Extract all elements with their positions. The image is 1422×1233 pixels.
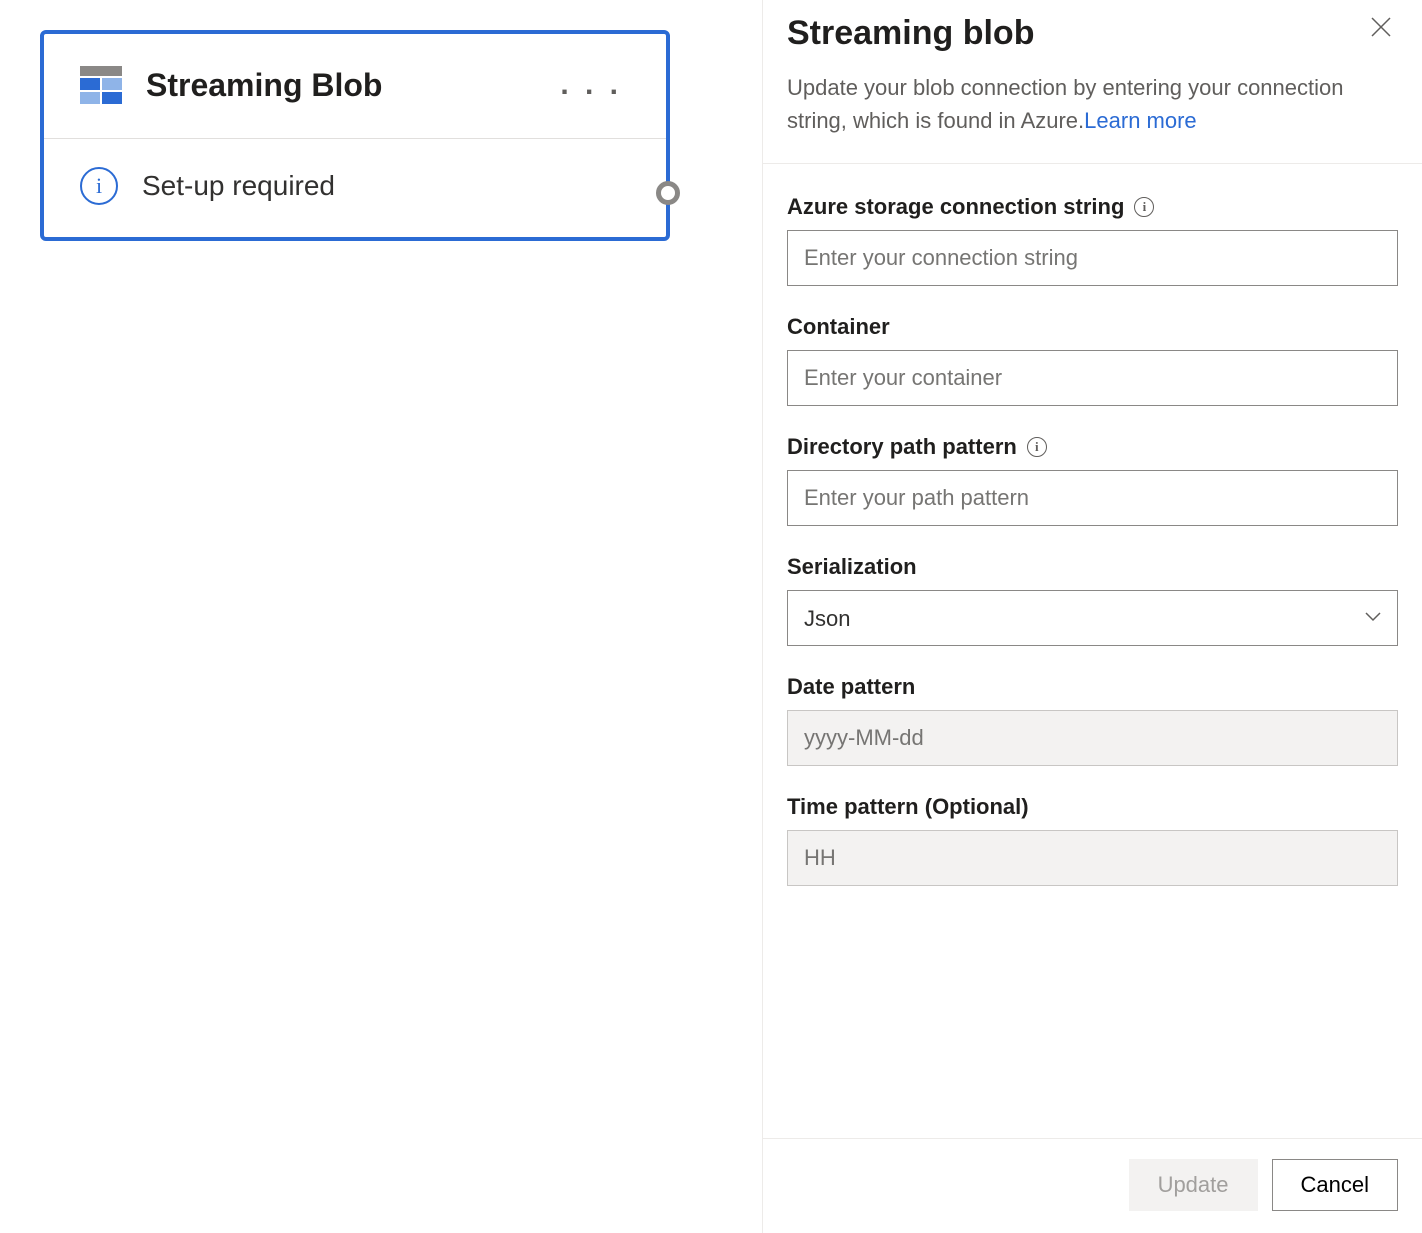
node-header: Streaming Blob . . . <box>44 34 666 139</box>
date-pattern-input <box>787 710 1398 766</box>
container-input[interactable] <box>787 350 1398 406</box>
node-title: Streaming Blob <box>146 67 552 104</box>
label-text: Serialization <box>787 554 917 580</box>
field-label: Directory path pattern i <box>787 434 1398 460</box>
field-directory-path: Directory path pattern i <box>787 434 1398 526</box>
label-text: Time pattern (Optional) <box>787 794 1029 820</box>
field-label: Time pattern (Optional) <box>787 794 1398 820</box>
cancel-button[interactable]: Cancel <box>1272 1159 1398 1211</box>
info-icon[interactable]: i <box>1027 437 1047 457</box>
panel-description: Update your blob connection by entering … <box>787 71 1398 137</box>
update-button[interactable]: Update <box>1129 1159 1258 1211</box>
node-status-text: Set-up required <box>142 170 335 202</box>
panel-divider <box>763 163 1422 164</box>
field-label: Azure storage connection string i <box>787 194 1398 220</box>
config-panel: Streaming blob Update your blob connecti… <box>762 0 1422 1233</box>
field-label: Serialization <box>787 554 1398 580</box>
label-text: Azure storage connection string <box>787 194 1124 220</box>
output-connector[interactable] <box>656 181 680 205</box>
node-context-menu[interactable]: . . . <box>552 68 630 102</box>
time-pattern-input <box>787 830 1398 886</box>
close-icon <box>1370 16 1392 38</box>
panel-footer: Update Cancel <box>763 1138 1422 1233</box>
field-label: Date pattern <box>787 674 1398 700</box>
directory-path-input[interactable] <box>787 470 1398 526</box>
blob-storage-icon <box>80 64 122 106</box>
field-time-pattern: Time pattern (Optional) <box>787 794 1398 886</box>
info-icon[interactable]: i <box>1134 197 1154 217</box>
streaming-blob-node[interactable]: Streaming Blob . . . i Set-up required <box>40 30 670 241</box>
design-canvas: Streaming Blob . . . i Set-up required <box>0 0 762 1233</box>
panel-header: Streaming blob <box>787 14 1398 53</box>
field-container: Container <box>787 314 1398 406</box>
description-text: Update your blob connection by entering … <box>787 75 1343 133</box>
field-label: Container <box>787 314 1398 340</box>
connection-string-input[interactable] <box>787 230 1398 286</box>
serialization-select[interactable]: Json <box>787 590 1398 646</box>
label-text: Container <box>787 314 890 340</box>
info-icon: i <box>80 167 118 205</box>
field-date-pattern: Date pattern <box>787 674 1398 766</box>
field-connection-string: Azure storage connection string i <box>787 194 1398 286</box>
learn-more-link[interactable]: Learn more <box>1084 108 1197 133</box>
field-serialization: Serialization Json <box>787 554 1398 646</box>
label-text: Directory path pattern <box>787 434 1017 460</box>
label-text: Date pattern <box>787 674 915 700</box>
node-body: i Set-up required <box>44 139 666 237</box>
panel-title: Streaming blob <box>787 14 1034 53</box>
close-button[interactable] <box>1364 10 1398 44</box>
